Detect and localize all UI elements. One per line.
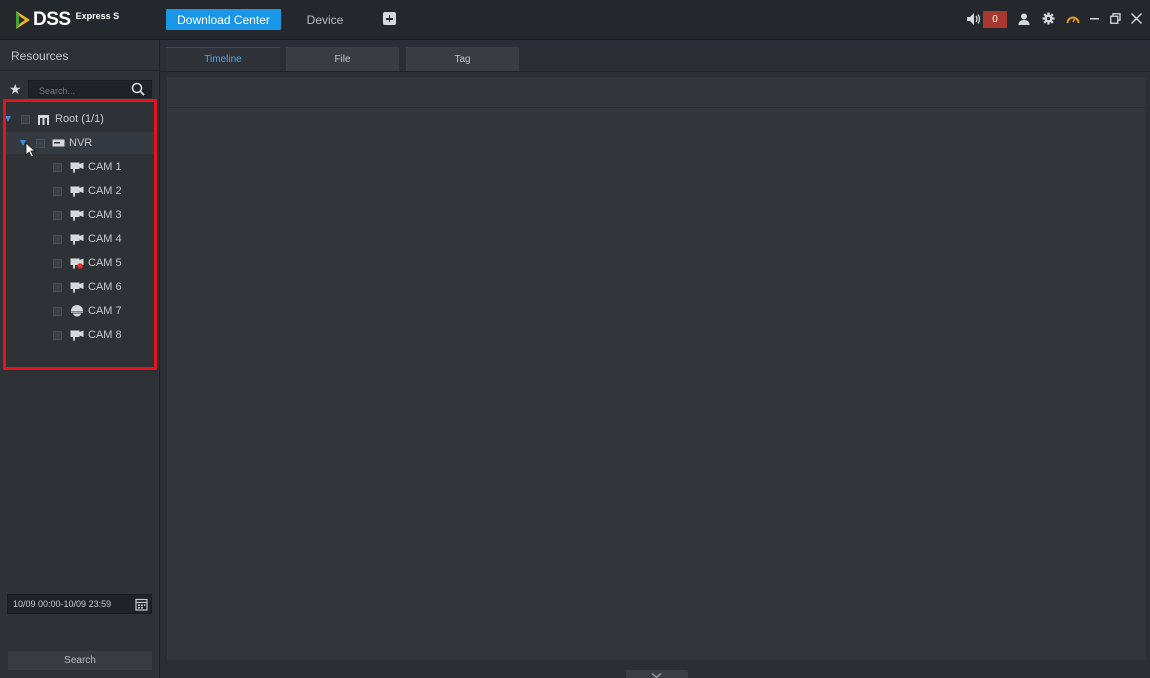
camera-label: CAM 6 [88,281,122,293]
tree-node-cam8[interactable]: CAM 8 [53,324,153,346]
camera-label: CAM 7 [88,305,122,317]
camera-checkbox[interactable] [53,162,62,172]
calendar-icon[interactable] [135,598,148,611]
tree-node-cam3[interactable]: CAM 3 [53,204,153,226]
resources-title: Resources [11,49,69,63]
nvr-device-icon [52,139,65,147]
minimize-icon[interactable] [1090,18,1100,20]
camera-checkbox[interactable] [53,258,62,268]
camera-icon [70,330,84,340]
tree-node-cam7[interactable]: CAM 7 [53,300,153,322]
performance-gauge-icon[interactable] [1066,13,1080,24]
camera-label: CAM 4 [88,233,122,245]
user-icon[interactable] [1018,13,1030,25]
tree-node-cam6[interactable]: CAM 6 [53,276,153,298]
camera-checkbox[interactable] [53,234,62,244]
tree-node-label: Root (1/1) [55,113,104,125]
search-icon[interactable] [131,82,145,96]
tree-node-cam4[interactable]: CAM 4 [53,228,153,250]
camera-label: CAM 1 [88,161,122,173]
camera-checkbox[interactable] [53,306,62,316]
close-icon[interactable] [1131,13,1142,24]
root-checkbox[interactable] [21,114,30,124]
resource-search-field[interactable] [28,80,152,99]
camera-icon [70,234,84,244]
mouse-cursor-icon [25,142,36,158]
camera-alarm-icon [70,258,84,269]
camera-icon [70,210,84,220]
camera-checkbox[interactable] [53,282,62,292]
search-button[interactable]: Search [8,651,152,670]
tree-node-label: NVR [69,137,93,149]
app-logo: DSS Express S [14,8,119,32]
collapse-handle[interactable] [626,670,688,678]
dome-camera-icon [71,305,83,317]
settings-gear-icon[interactable] [1042,12,1055,25]
tree-node-cam1[interactable]: CAM 1 [53,156,153,178]
camera-label: CAM 5 [88,257,122,269]
restore-window-icon[interactable] [1110,13,1121,24]
camera-icon [70,186,84,196]
tab-download-center[interactable]: Download Center [166,9,281,30]
camera-label: CAM 2 [88,185,122,197]
camera-icon [70,282,84,292]
date-range-field[interactable]: 10/09 00:00-10/09 23:59 [7,594,152,614]
camera-label: CAM 3 [88,209,122,221]
camera-checkbox[interactable] [53,186,62,196]
tab-tag[interactable]: Tag [406,47,519,71]
tab-device[interactable]: Device [296,9,354,30]
tree-node-cam2[interactable]: CAM 2 [53,180,153,202]
tree-node-cam5[interactable]: CAM 5 [53,252,153,274]
search-input[interactable] [29,83,125,99]
expand-arrow-icon[interactable] [5,116,11,122]
speaker-icon[interactable] [966,12,982,26]
camera-checkbox[interactable] [53,210,62,220]
alarm-count-badge[interactable]: 0 [983,11,1007,28]
camera-icon [70,162,84,172]
logo-text: DSS [33,9,71,30]
main-tab-bar: Timeline File Tag [160,40,1150,72]
title-bar: DSS Express S Download Center Device 0 [0,0,1150,40]
logo-icon [16,11,30,29]
divider [0,70,160,71]
tab-timeline[interactable]: Timeline [166,47,280,71]
organization-icon [38,114,49,125]
nvr-checkbox[interactable] [36,138,45,148]
favorites-star-icon[interactable]: ★ [9,81,22,98]
camera-checkbox[interactable] [53,330,62,340]
logo-subtitle: Express S [75,11,120,21]
tree-node-root[interactable]: Root (1/1) [3,108,155,130]
add-tab-icon[interactable] [383,12,396,25]
date-range-text: 10/09 00:00-10/09 23:59 [13,599,112,609]
divider [167,107,1146,108]
divider [160,71,1150,72]
chevron-down-icon[interactable] [651,673,662,678]
tab-file[interactable]: File [286,47,399,71]
camera-label: CAM 8 [88,329,122,341]
timeline-content-area [166,76,1147,661]
